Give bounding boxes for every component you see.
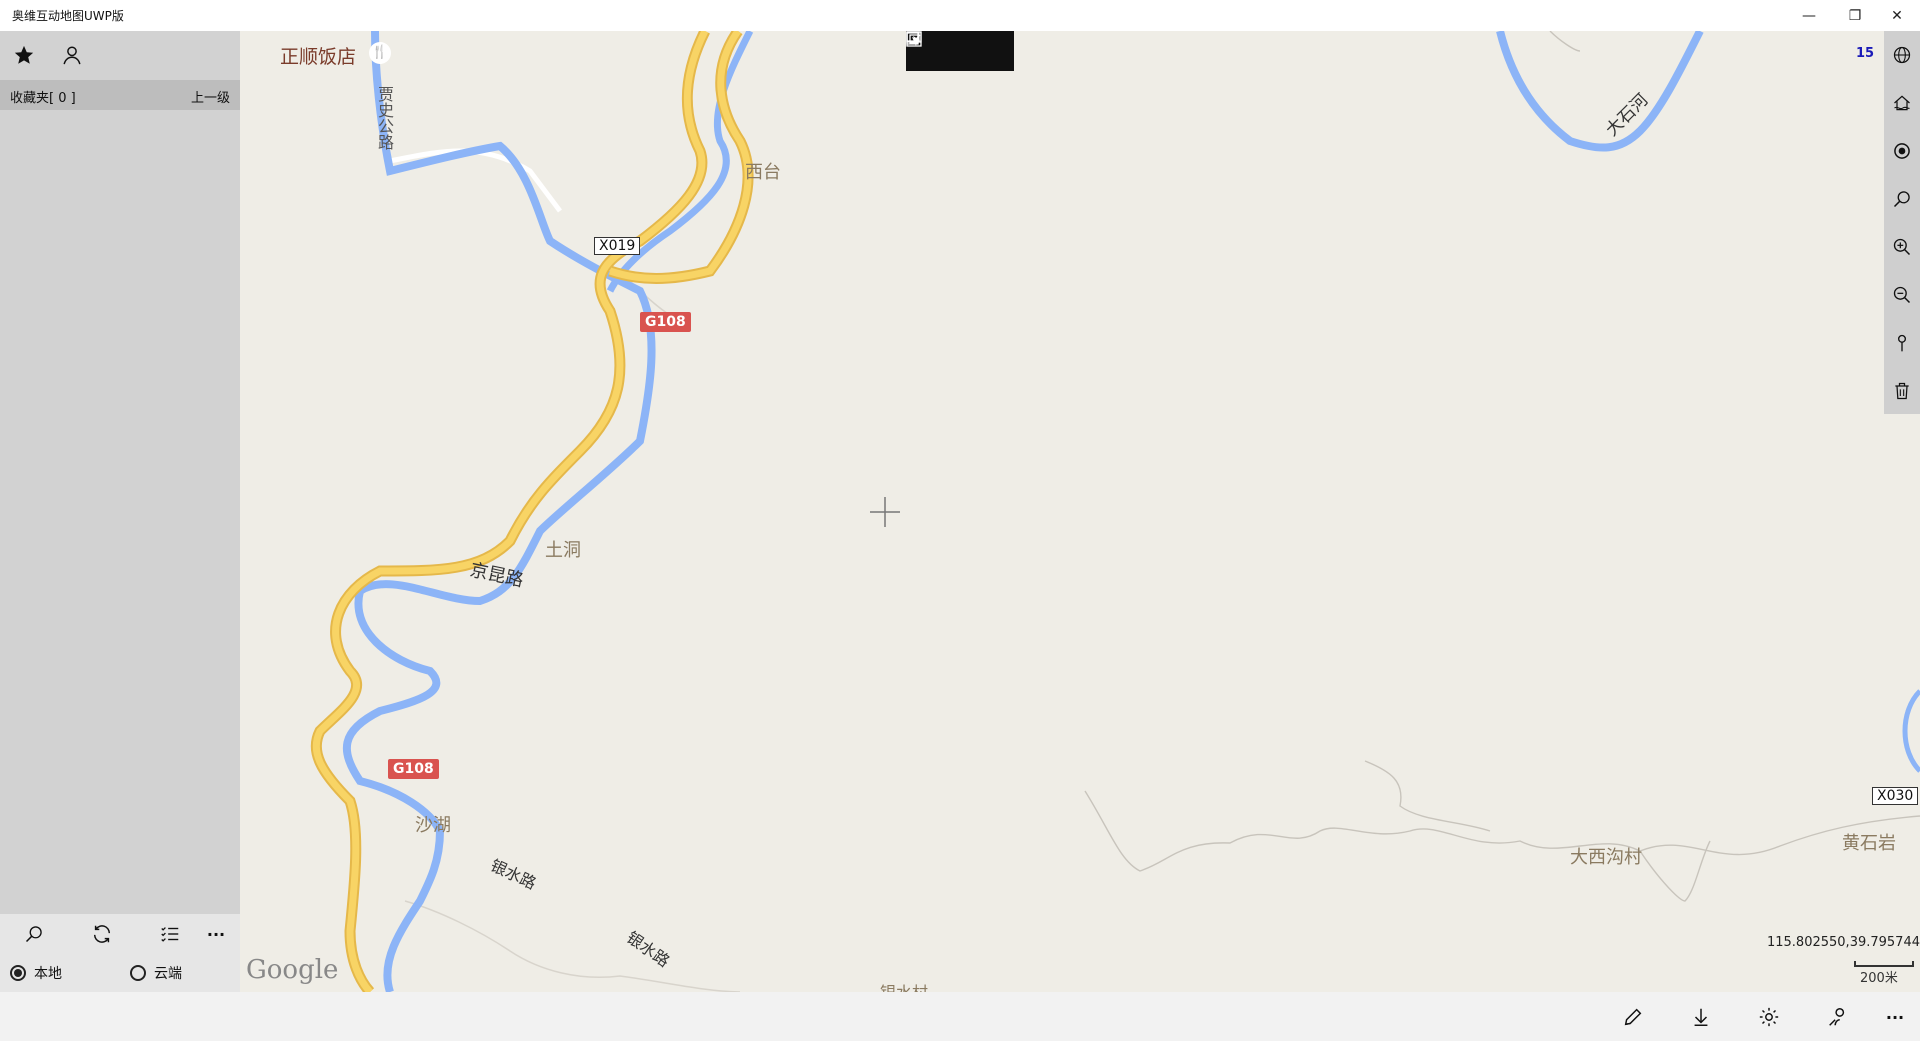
contour-line: [1364, 760, 1491, 832]
pencil-icon: [1624, 1008, 1642, 1026]
google-attribution: Google: [246, 955, 339, 985]
place-label-huangshiyan: 黄石岩: [1842, 833, 1896, 854]
restaurant-icon[interactable]: 🍴: [369, 42, 391, 64]
sidebar-bottom: ··· 本地 云端: [0, 914, 240, 992]
download-button[interactable]: [1686, 1002, 1716, 1032]
radio-local-label: 本地: [34, 966, 62, 982]
zoom-level: 15: [1856, 46, 1875, 61]
place-label-tudong: 土洞: [545, 540, 581, 561]
favorites-tab[interactable]: [10, 41, 38, 69]
map-mode-button-3[interactable]: [906, 31, 982, 61]
close-icon: ✕: [1891, 7, 1903, 24]
road-shield-x030: X030: [1872, 787, 1919, 805]
trash-icon: [1895, 382, 1909, 400]
more-icon: ···: [1885, 1007, 1905, 1027]
search-favorites-button[interactable]: [20, 920, 48, 948]
pin-icon: [1898, 334, 1906, 352]
poi-restaurant-label[interactable]: 正顺饭店: [280, 42, 356, 69]
contour-line: [1639, 840, 1711, 902]
layers-button[interactable]: [1888, 89, 1916, 117]
sidebar: 收藏夹[ 0 ] 上一级 ··· 本地 云端: [0, 31, 240, 992]
scale-bar: 200米: [1852, 955, 1914, 986]
route-button[interactable]: [1822, 1002, 1852, 1032]
search-icon: [1893, 191, 1910, 208]
restore-icon: ❐: [1848, 7, 1862, 24]
map-mode-button-2[interactable]: [906, 31, 958, 61]
zoom-in-button[interactable]: [1888, 233, 1916, 261]
locate-button[interactable]: [1888, 137, 1916, 165]
map-view[interactable]: 正顺饭店 🍴 贾史公路 西台 X019 G108 土洞 京昆路 G108 沙湖 …: [240, 31, 1920, 992]
radio-local-indicator: [10, 965, 26, 981]
place-label-yinshuicun: 银水村: [880, 979, 928, 992]
globe-icon: [1893, 46, 1911, 64]
search-icon: [25, 926, 42, 943]
bottom-more-button[interactable]: ···: [1880, 1002, 1910, 1032]
pointer-select-icon: [906, 31, 922, 44]
list-button[interactable]: [156, 920, 184, 948]
more-icon: ···: [206, 924, 226, 944]
scale-label: 200米: [1860, 971, 1898, 986]
coordinate-readout: 115.802550,39.795744: [1766, 935, 1920, 950]
road-shield-g108: G108: [640, 312, 691, 332]
river: [1902, 689, 1920, 773]
title-bar: 奥维互动地图UWP版 — ❐ ✕: [0, 0, 1920, 31]
zoom-out-button[interactable]: [1888, 281, 1916, 309]
account-tab[interactable]: [58, 41, 86, 69]
map-source-button[interactable]: [1888, 41, 1916, 69]
download-icon: [1694, 1008, 1708, 1026]
minimize-button[interactable]: —: [1786, 0, 1832, 31]
map-search-button[interactable]: [1888, 185, 1916, 213]
user-icon: [63, 46, 81, 65]
route-icon: [1829, 1008, 1845, 1026]
refresh-icon: [93, 925, 111, 943]
window-title: 奥维互动地图UWP版: [12, 9, 124, 23]
place-label-xitai: 西台: [745, 162, 781, 183]
radio-cloud[interactable]: 云端: [130, 963, 182, 983]
contour-line: [1084, 790, 1920, 872]
river: [1496, 31, 1704, 152]
map-mode-toolbar: [906, 31, 1014, 71]
sidebar-top-toolbar: [0, 31, 240, 80]
place-label-daxigoucun: 大西沟村: [1570, 847, 1642, 868]
map-canvas: [310, 31, 1920, 992]
close-button[interactable]: ✕: [1874, 0, 1920, 31]
map-mode-button-4[interactable]: [906, 31, 1006, 61]
contour-line: [1549, 31, 1581, 52]
road-shield-g108-south: G108: [388, 759, 439, 779]
favorites-label: 收藏夹[ 0 ]: [10, 91, 76, 106]
sync-button[interactable]: [88, 920, 116, 948]
sidebar-more-button[interactable]: ···: [202, 920, 230, 948]
add-pin-button[interactable]: [1888, 329, 1916, 357]
river: [343, 31, 656, 992]
road-label-jiashi: 贾史公路: [375, 86, 394, 150]
bottom-toolbar: ···: [0, 992, 1920, 1041]
settings-button[interactable]: [1754, 1002, 1784, 1032]
star-icon: [14, 45, 34, 64]
delete-button[interactable]: [1888, 377, 1916, 405]
highway-g108: [312, 31, 709, 992]
road-shield-x019: X019: [594, 237, 641, 255]
up-level-button[interactable]: 上一级: [191, 87, 230, 106]
list-icon: [161, 927, 179, 942]
draw-button[interactable]: [1618, 1002, 1648, 1032]
radio-cloud-label: 云端: [154, 966, 182, 982]
radio-cloud-indicator: [130, 965, 146, 981]
layers-icon: [1894, 95, 1910, 111]
zoom-in-icon: [1893, 238, 1911, 256]
favorites-header: 收藏夹[ 0 ] 上一级: [0, 80, 240, 110]
highway-g108: [310, 31, 710, 992]
place-label-shahu: 沙湖: [415, 815, 451, 836]
minor-road: [404, 900, 741, 992]
sidebar-tools: ···: [0, 914, 240, 954]
right-toolbar: [1884, 31, 1920, 414]
restore-button[interactable]: ❐: [1832, 0, 1878, 31]
locate-icon: [1894, 143, 1910, 159]
minimize-icon: —: [1802, 7, 1816, 24]
radio-local[interactable]: 本地: [10, 963, 62, 983]
storage-radio-group: 本地 云端: [0, 958, 240, 988]
zoom-out-icon: [1893, 286, 1911, 304]
settings-icon: [1759, 1007, 1779, 1027]
